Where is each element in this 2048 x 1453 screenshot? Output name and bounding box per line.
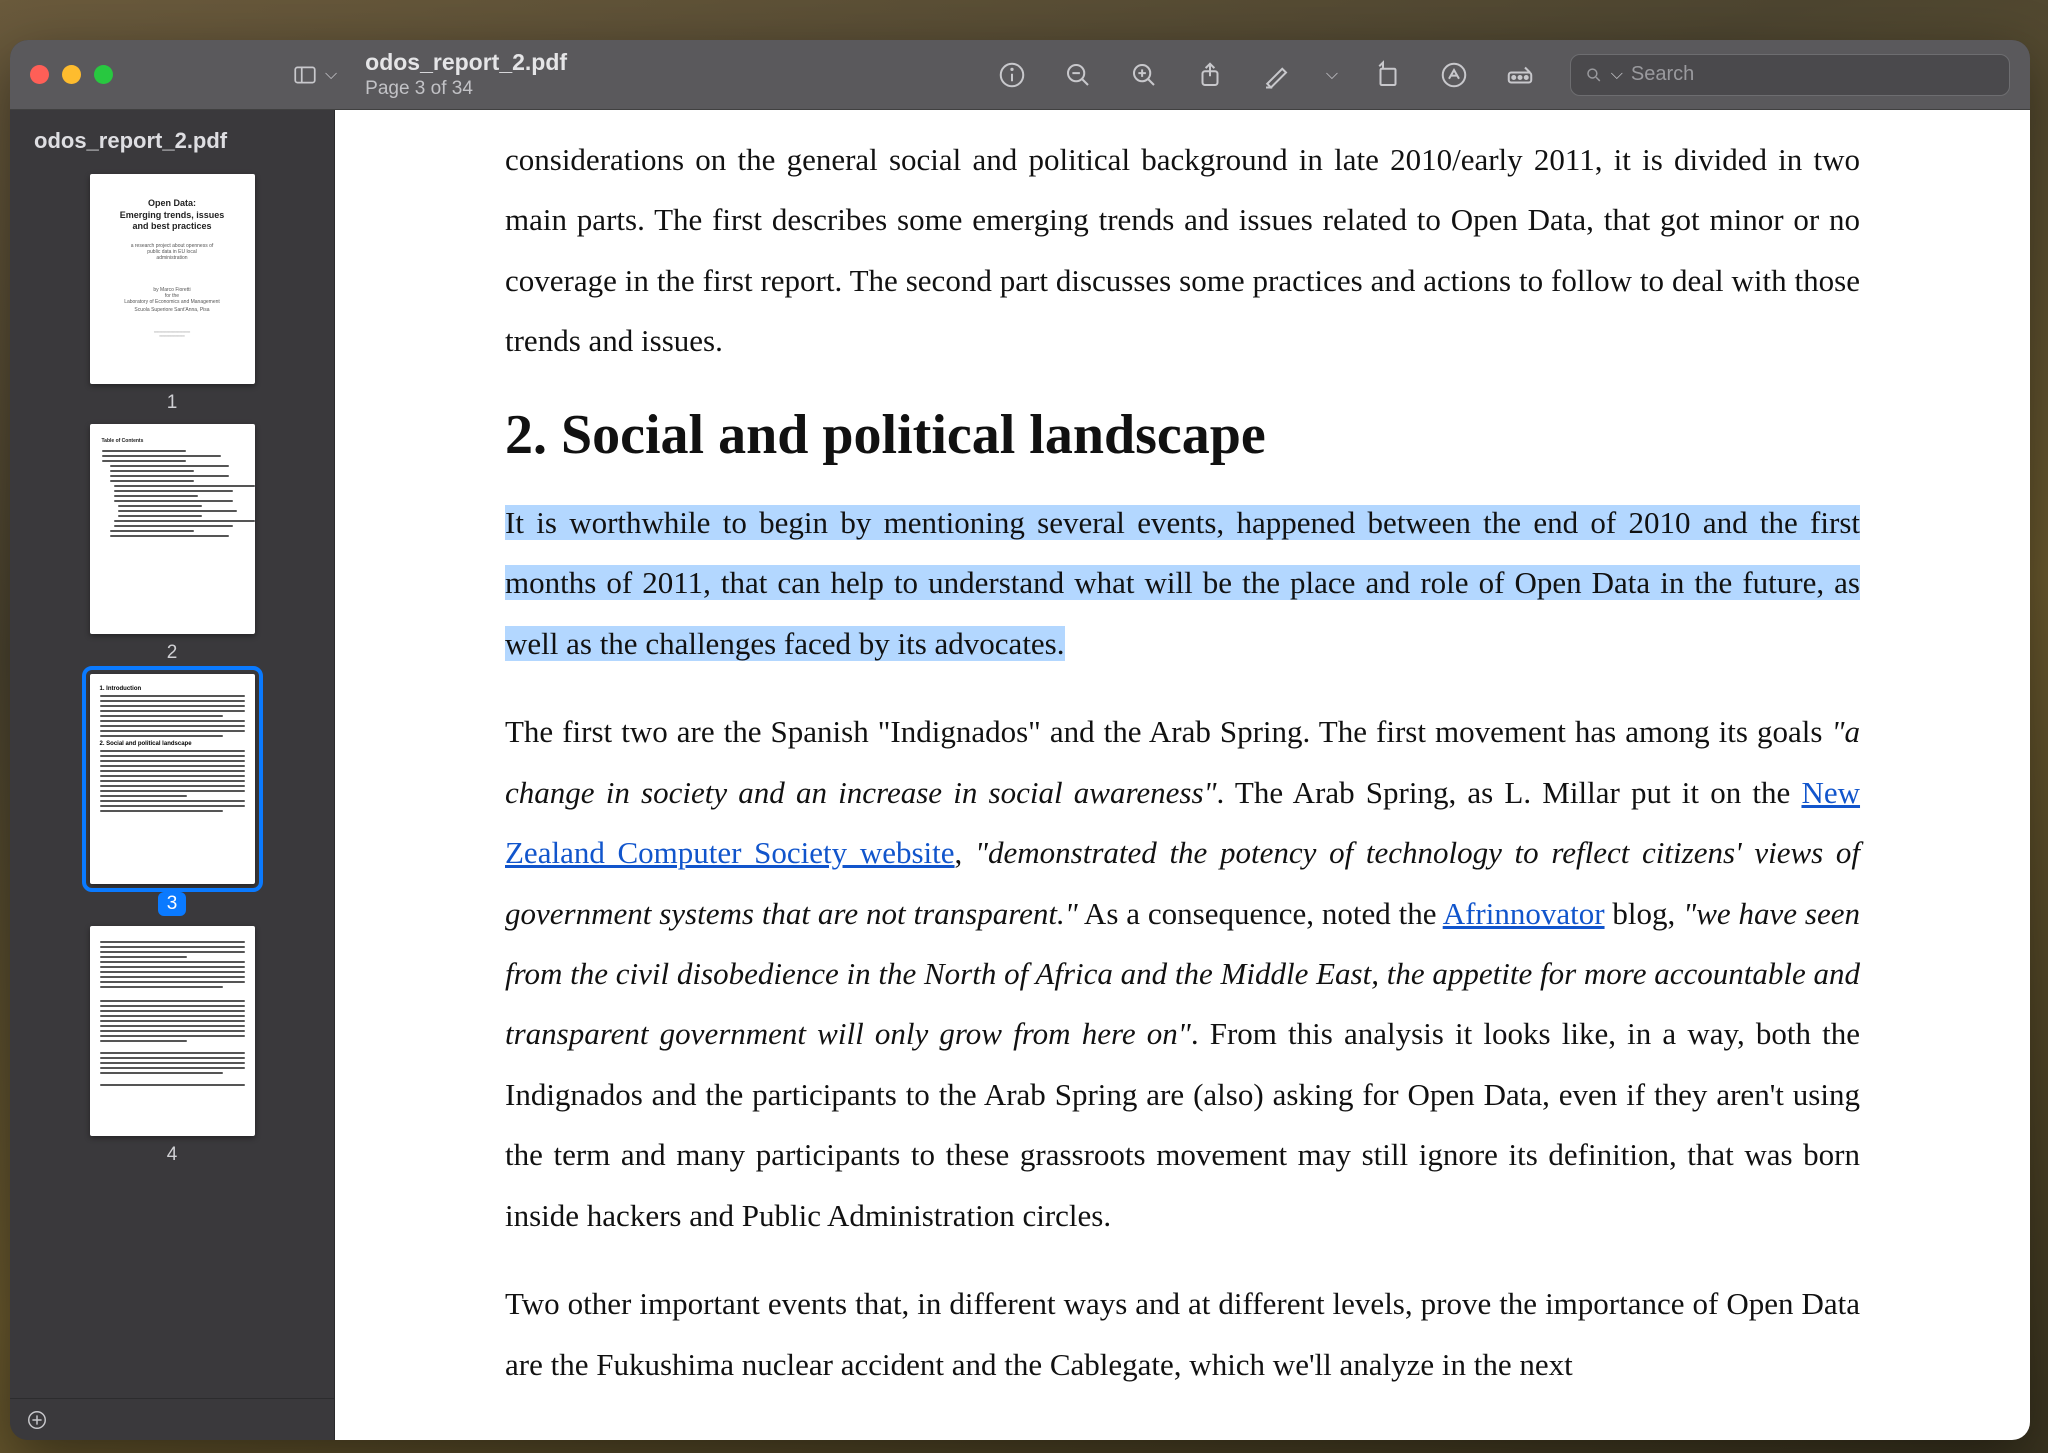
markup-button[interactable] — [1438, 59, 1470, 91]
paragraph-4: Two other important events that, in diff… — [505, 1274, 1860, 1395]
paragraph-intro: considerations on the general social and… — [505, 130, 1860, 372]
search-menu-chevron[interactable]: ⌵ — [1611, 66, 1623, 84]
sidebar-toggle-button[interactable] — [291, 61, 319, 89]
page-number-2: 2 — [167, 642, 178, 664]
paragraph-3: The first two are the Spanish "Indignado… — [505, 702, 1860, 1246]
sidebar-view-menu[interactable]: ⌵ — [325, 66, 337, 84]
page-indicator: Page 3 of 34 — [365, 77, 567, 101]
highlight-menu[interactable]: ⌵ — [1326, 66, 1338, 84]
share-button[interactable] — [1194, 59, 1226, 91]
minimize-button[interactable] — [62, 65, 81, 84]
info-button[interactable] — [996, 59, 1028, 91]
sidebar-footer — [10, 1398, 334, 1440]
page-thumbnail-4[interactable] — [90, 926, 255, 1136]
page-number-3: 3 — [158, 892, 187, 916]
thumbnail-sidebar: odos_report_2.pdf Open Data: Emerging tr… — [10, 110, 335, 1440]
add-page-button[interactable] — [26, 1409, 48, 1431]
edit-toolbar-button[interactable] — [1504, 59, 1536, 91]
window-controls — [30, 65, 113, 84]
search-icon — [1585, 65, 1603, 85]
body-area: odos_report_2.pdf Open Data: Emerging tr… — [10, 110, 2030, 1440]
highlight-button[interactable] — [1260, 59, 1292, 91]
page-thumbnail-2[interactable]: Table of Contents — [90, 424, 255, 634]
search-input[interactable] — [1631, 63, 1995, 86]
paragraph-selected: It is worthwhile to begin by mentioning … — [505, 493, 1860, 674]
search-field[interactable]: ⌵ — [1570, 54, 2010, 96]
sidebar-title: odos_report_2.pdf — [10, 110, 334, 164]
document-filename: odos_report_2.pdf — [365, 48, 567, 77]
thumbnails-list: Open Data: Emerging trends, issues and b… — [10, 164, 334, 1398]
page-thumbnail-3[interactable]: 1. Introduction 2. Social and political … — [90, 674, 255, 884]
page-number-4: 4 — [167, 1144, 178, 1166]
link-afrinnovator[interactable]: Afrinnovator — [1443, 896, 1605, 931]
document-view[interactable]: considerations on the general social and… — [335, 110, 2030, 1440]
rotate-button[interactable] — [1372, 59, 1404, 91]
titlebar: ⌵ odos_report_2.pdf Page 3 of 34 ⌵ — [10, 40, 2030, 110]
zoom-out-button[interactable] — [1062, 59, 1094, 91]
zoom-in-button[interactable] — [1128, 59, 1160, 91]
fullscreen-button[interactable] — [94, 65, 113, 84]
toolbar-icons: ⌵ ⌵ — [996, 54, 2010, 96]
text-selection[interactable]: It is worthwhile to begin by mentioning … — [505, 505, 1860, 661]
preview-window: ⌵ odos_report_2.pdf Page 3 of 34 ⌵ — [10, 40, 2030, 1440]
close-button[interactable] — [30, 65, 49, 84]
page-content: considerations on the general social and… — [335, 110, 2030, 1440]
page-number-1: 1 — [167, 392, 178, 414]
page-thumbnail-1[interactable]: Open Data: Emerging trends, issues and b… — [90, 174, 255, 384]
title-block: odos_report_2.pdf Page 3 of 34 — [365, 48, 567, 101]
heading-section-2: 2. Social and political landscape — [505, 402, 1860, 469]
